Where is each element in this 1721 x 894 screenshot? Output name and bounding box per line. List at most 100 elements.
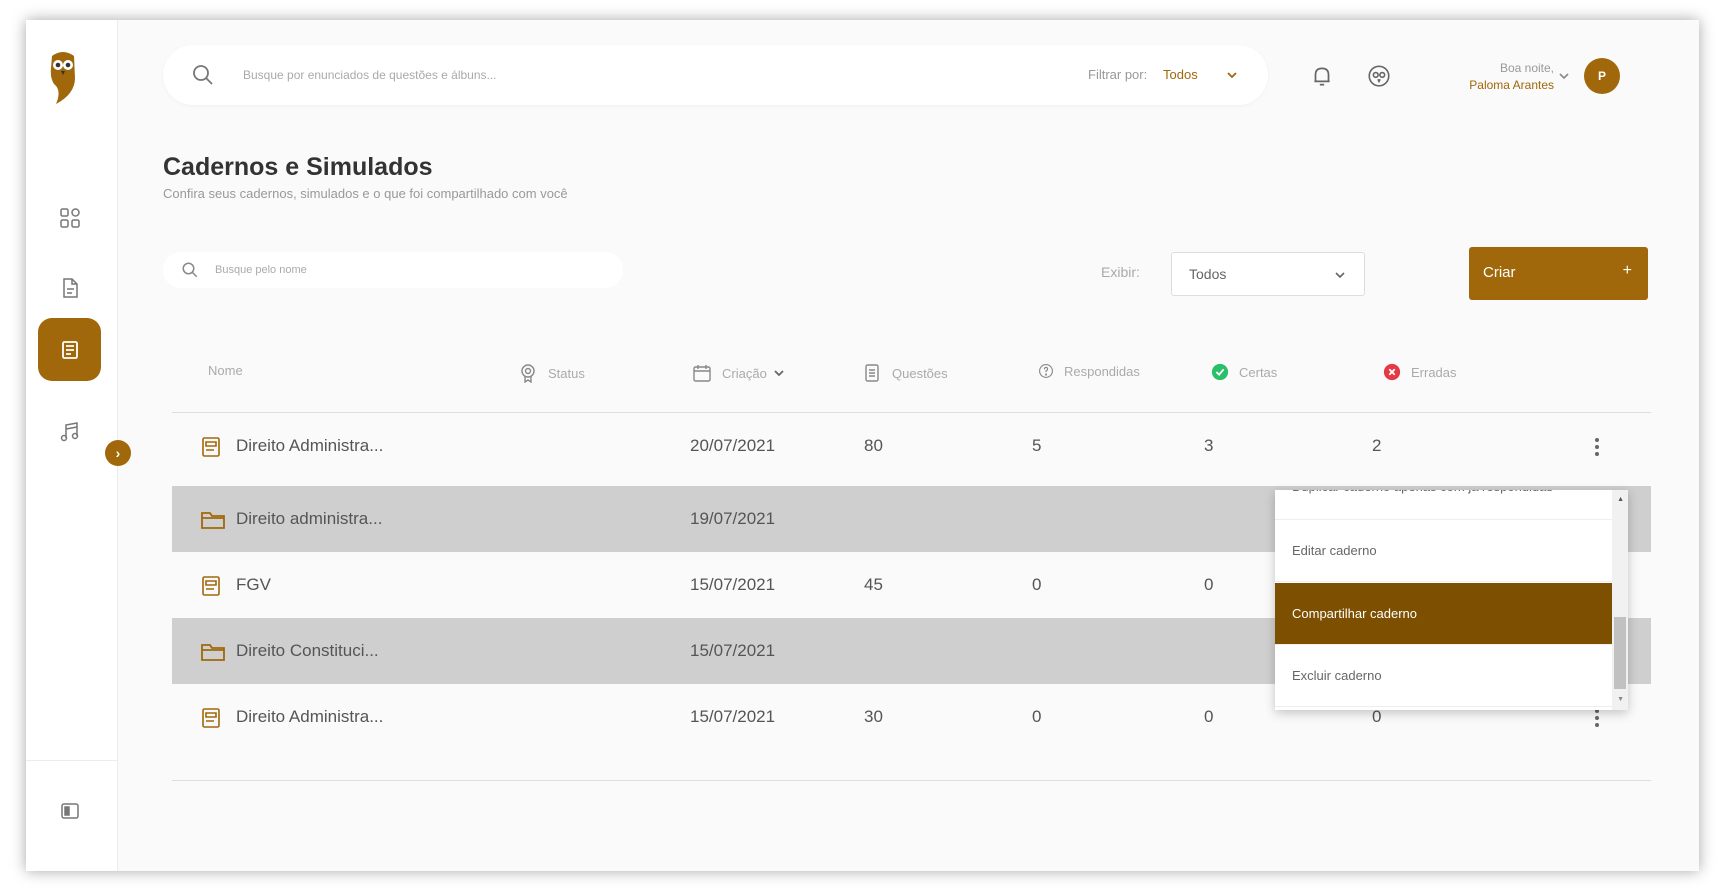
menu-scrollbar-thumb[interactable] (1614, 617, 1626, 689)
chevron-down-icon[interactable] (1226, 69, 1238, 81)
chevron-down-icon[interactable] (1558, 70, 1570, 82)
row-questions: 30 (864, 707, 883, 726)
notebook-icon (202, 576, 220, 596)
row-wrong: 2 (1372, 436, 1382, 455)
sidebar-divider (26, 760, 118, 761)
dashboard-icon (59, 207, 80, 228)
filter-label: Filtrar por: (1088, 67, 1148, 82)
show-label: Exibir: (1101, 264, 1140, 280)
row-answered: 0 (1032, 575, 1042, 594)
search-icon (193, 65, 213, 85)
calendar-icon (693, 365, 711, 382)
row-name: Direito Administra... (236, 436, 384, 455)
row-correct: 0 (1204, 575, 1214, 594)
sidebar-item-notebooks[interactable] (38, 318, 101, 381)
award-icon (521, 364, 535, 383)
column-header-correct[interactable]: Certas (1211, 363, 1277, 381)
row-questions: 45 (864, 575, 883, 594)
column-header-answered[interactable]: Respondidas (1038, 363, 1140, 379)
row-correct: 3 (1204, 436, 1214, 455)
menu-item-duplicate-answered[interactable]: Duplicar caderno apenas com já respondid… (1275, 490, 1612, 520)
row-date: 15/07/2021 (690, 641, 776, 660)
search-icon (182, 262, 198, 278)
notebook-icon (202, 708, 220, 728)
name-search-input[interactable] (215, 261, 595, 279)
row-answered: 5 (1032, 436, 1042, 455)
sidebar (26, 20, 118, 871)
row-answered: 0 (1032, 707, 1042, 726)
sidebar-item-documents[interactable] (38, 256, 101, 319)
table-row[interactable]: Direito Administra... 20/07/2021 80 5 3 … (172, 413, 1651, 479)
row-date: 15/07/2021 (690, 575, 776, 594)
app-window: › Filtrar por: Todos Boa noite, Paloma A… (26, 20, 1699, 871)
column-label: Criação (722, 365, 767, 381)
row-wrong: 0 (1372, 707, 1382, 726)
column-header-status[interactable]: Status (518, 363, 585, 383)
column-label: Questões (892, 365, 948, 381)
table-bottom-divider (172, 780, 1651, 781)
scroll-up-icon[interactable]: ▲ (1617, 496, 1624, 503)
chevron-down-icon (1335, 272, 1345, 279)
create-button-label: Criar (1483, 264, 1516, 281)
page-title: Cadernos e Simulados (163, 153, 433, 181)
user-greeting: Boa noite, Paloma Arantes (1416, 60, 1554, 94)
show-select-value: Todos (1189, 266, 1227, 282)
column-header-name[interactable]: Nome (208, 363, 243, 378)
row-date: 20/07/2021 (690, 436, 776, 455)
check-circle-icon (1211, 363, 1229, 381)
row-name: Direito Administra... (236, 707, 384, 726)
music-icon (60, 421, 78, 441)
menu-item-share[interactable]: Compartilhar caderno (1275, 583, 1612, 645)
bell-icon[interactable] (1309, 63, 1335, 89)
column-label: Respondidas (1064, 363, 1140, 379)
x-circle-icon (1383, 363, 1401, 381)
avatar[interactable]: P (1584, 58, 1620, 94)
column-label: Certas (1239, 364, 1278, 380)
user-name: Paloma Arantes (1469, 78, 1554, 92)
row-date: 19/07/2021 (690, 509, 776, 528)
owl-icon[interactable] (1366, 63, 1392, 89)
filter-dropdown[interactable]: Todos (1163, 67, 1198, 82)
name-search-bar (163, 252, 623, 288)
sidebar-item-audio[interactable] (38, 400, 101, 463)
notebook-icon (61, 340, 78, 359)
column-header-questions[interactable]: Questões (862, 363, 948, 383)
global-search-input[interactable] (243, 63, 943, 87)
page-subtitle: Confira seus cadernos, simulados e o que… (163, 186, 568, 201)
sidebar-collapse-toggle[interactable] (38, 779, 101, 842)
row-questions: 80 (864, 436, 883, 455)
menu-item-edit[interactable]: Editar caderno (1275, 520, 1612, 582)
more-options-icon[interactable] (1589, 435, 1605, 459)
row-context-menu: Duplicar caderno apenas com já respondid… (1275, 490, 1628, 710)
row-correct: 0 (1204, 707, 1214, 726)
greeting-text: Boa noite, (1499, 61, 1554, 75)
column-header-wrong[interactable]: Erradas (1383, 363, 1457, 381)
menu-item-delete[interactable]: Excluir caderno (1275, 645, 1612, 707)
show-select[interactable]: Todos (1171, 252, 1365, 296)
plus-icon: + (1622, 262, 1632, 279)
global-search-bar: Filtrar por: Todos (163, 45, 1268, 105)
row-name: Direito Constituci... (236, 641, 379, 660)
scroll-down-icon[interactable]: ▼ (1617, 696, 1624, 703)
chevron-right-icon: › (115, 445, 121, 461)
column-header-created[interactable]: Criação (692, 363, 785, 383)
folder-icon (201, 512, 225, 529)
chevron-down-icon (774, 370, 784, 377)
list-document-icon (865, 364, 879, 382)
column-label: Nome (208, 363, 243, 378)
column-label: Erradas (1411, 364, 1457, 380)
create-button[interactable]: Criar + (1469, 247, 1648, 300)
folder-icon (201, 644, 225, 661)
question-circle-icon (1039, 364, 1053, 378)
document-icon (62, 277, 78, 298)
sidebar-expand-button[interactable]: › (105, 440, 131, 466)
menu-scrollbar[interactable]: ▲ ▼ (1612, 490, 1628, 710)
notebook-icon (202, 437, 220, 457)
row-name: Direito administra... (236, 509, 383, 528)
owl-logo[interactable] (48, 50, 78, 106)
row-name: FGV (236, 575, 271, 594)
panel-toggle-icon (60, 802, 79, 819)
sidebar-item-dashboard[interactable] (38, 186, 101, 249)
row-date: 15/07/2021 (690, 707, 776, 726)
column-label: Status (548, 365, 585, 381)
